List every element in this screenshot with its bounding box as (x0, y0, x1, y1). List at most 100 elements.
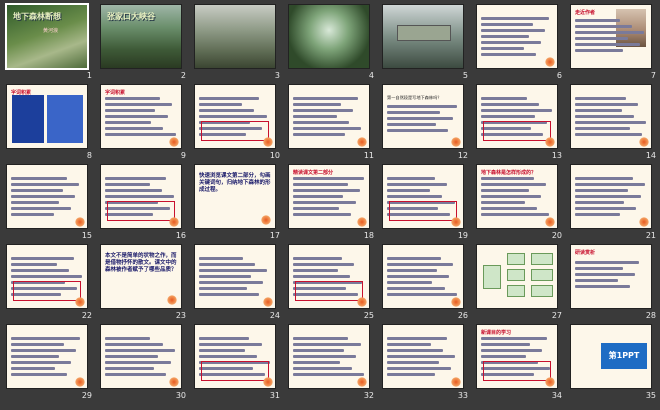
slide-thumbnail-6[interactable]: 6 (472, 2, 566, 82)
text-lines (105, 97, 177, 139)
highlight-box (295, 281, 363, 301)
slide-thumbnail-3[interactable]: 3 (190, 2, 284, 82)
slide-number: 24 (269, 311, 280, 320)
slide-thumbnail-10[interactable]: 10 (190, 82, 284, 162)
slide-thumbnail-25[interactable]: 25 (284, 242, 378, 322)
slide-number: 7 (650, 71, 656, 80)
slide-number: 18 (363, 231, 374, 240)
slide-preview (101, 325, 181, 388)
slide-preview (195, 325, 275, 388)
slide-number: 11 (363, 151, 374, 160)
slide-thumbnail-27[interactable]: 27 (472, 242, 566, 322)
slide-preview (571, 85, 651, 148)
flower-decoration-icon (357, 217, 367, 227)
slide-thumbnail-5[interactable]: 5 (378, 2, 472, 82)
diagram-node (507, 285, 525, 297)
slide-preview (477, 245, 557, 308)
slide-thumbnail-31[interactable]: 31 (190, 322, 284, 402)
slide-number: 4 (368, 71, 374, 80)
slide-thumbnail-1[interactable]: 地下森林断想 黄河浪 1 (2, 2, 96, 82)
text-lines (105, 337, 177, 379)
slide-number: 9 (180, 151, 186, 160)
slide-thumbnail-15[interactable]: 15 (2, 162, 96, 242)
diagram-node (531, 269, 553, 281)
slide-thumbnail-23[interactable]: 本文不是简单的状物之作，而是借物抒怀的散文。课文中的森林被作者赋予了哪些品质？ 2… (96, 242, 190, 322)
slide-preview (289, 5, 369, 68)
flower-decoration-icon (451, 377, 461, 387)
slide-preview: 新课目的学习 (477, 325, 557, 388)
flower-decoration-icon (451, 297, 461, 307)
flower-decoration-icon (639, 137, 649, 147)
text-lines (575, 19, 647, 55)
slide-thumbnail-32[interactable]: 32 (284, 322, 378, 402)
slide-thumbnail-8[interactable]: 字词积累 8 (2, 82, 96, 162)
slide-number: 35 (645, 391, 656, 400)
slide-thumbnail-35[interactable]: 第1PPT 35 (566, 322, 660, 402)
slide-thumbnail-19[interactable]: 19 (378, 162, 472, 242)
slide-number: 3 (274, 71, 280, 80)
flower-decoration-icon (357, 377, 367, 387)
slide-preview (195, 245, 275, 308)
slide-number: 17 (269, 231, 280, 240)
text-lines (293, 337, 365, 379)
slide-preview (477, 85, 557, 148)
slide-thumbnail-17[interactable]: 快速浏览课文第二部分，勾画关键词句，归纳地下森林的形成过程。 17 (190, 162, 284, 242)
slide-thumbnail-30[interactable]: 30 (96, 322, 190, 402)
slide-number: 2 (180, 71, 186, 80)
slide-thumbnail-26[interactable]: 26 (378, 242, 472, 322)
slide-thumbnail-11[interactable]: 11 (284, 82, 378, 162)
slide-preview: 精读课文第二部分 (289, 165, 369, 228)
slide-number: 15 (81, 231, 92, 240)
slide-number: 20 (551, 231, 562, 240)
slide-thumbnail-22[interactable]: 22 (2, 242, 96, 322)
highlight-box (389, 201, 457, 221)
slide-heading: 地下森林是怎样形成的？ (481, 170, 537, 176)
flower-decoration-icon (263, 377, 273, 387)
slide-preview (195, 5, 275, 68)
slide-preview: 第一自然段是写地下森林吗？ (383, 85, 463, 148)
text-lines (199, 257, 271, 299)
slide-thumbnail-21[interactable]: 21 (566, 162, 660, 242)
slide-thumbnail-13[interactable]: 13 (472, 82, 566, 162)
slide-thumbnail-33[interactable]: 33 (378, 322, 472, 402)
flower-decoration-icon (261, 215, 271, 225)
slide-thumbnail-7[interactable]: 走近作者 7 (566, 2, 660, 82)
slide-thumbnail-18[interactable]: 精读课文第二部分 18 (284, 162, 378, 242)
slide-thumbnail-20[interactable]: 地下森林是怎样形成的？ 20 (472, 162, 566, 242)
flower-decoration-icon (167, 295, 177, 305)
slide-preview (477, 5, 557, 68)
slide-body-text: 本文不是简单的状物之作，而是借物抒怀的散文。课文中的森林被作者赋予了哪些品质？ (105, 253, 177, 273)
slide-thumbnail-12[interactable]: 第一自然段是写地下森林吗？ 12 (378, 82, 472, 162)
slide-number: 5 (462, 71, 468, 80)
flower-decoration-icon (169, 137, 179, 147)
slide-preview: 张家口大峡谷 (101, 5, 181, 68)
slide-body-text: 快速浏览课文第二部分，勾画关键词句，归纳地下森林的形成过程。 (199, 173, 271, 193)
flower-decoration-icon (263, 137, 273, 147)
slide-number: 13 (551, 151, 562, 160)
slide-heading: 字词积累 (105, 90, 126, 96)
flower-decoration-icon (357, 297, 367, 307)
slide-thumbnail-28[interactable]: 研读赏析 28 (566, 242, 660, 322)
text-lines (293, 177, 365, 219)
slide-number: 28 (645, 311, 656, 320)
flower-decoration-icon (263, 297, 273, 307)
text-lines (575, 177, 647, 219)
slide-thumbnail-4[interactable]: 4 (284, 2, 378, 82)
slide-preview: 第1PPT (571, 325, 651, 388)
slide-thumbnail-2[interactable]: 张家口大峡谷 2 (96, 2, 190, 82)
text-lines (387, 105, 459, 135)
slide-thumbnail-34[interactable]: 新课目的学习 34 (472, 322, 566, 402)
slide-number: 23 (175, 311, 186, 320)
slide-thumbnail-24[interactable]: 24 (190, 242, 284, 322)
flower-decoration-icon (75, 217, 85, 227)
slide-thumbnail-9[interactable]: 字词积累 9 (96, 82, 190, 162)
slide-thumbnail-16[interactable]: 16 (96, 162, 190, 242)
slide-preview (7, 165, 87, 228)
slide-thumbnail-29[interactable]: 29 (2, 322, 96, 402)
slide-thumbnail-14[interactable]: 14 (566, 82, 660, 162)
slide-sorter-grid: 地下森林断想 黄河浪 1 张家口大峡谷 2 3 4 5 6 走近作者 7 字词积累 8 字词积累 9 10 11… (0, 0, 660, 410)
slide-heading: 新课目的学习 (481, 330, 512, 336)
slide-preview: 字词积累 (101, 85, 181, 148)
slide-preview (383, 245, 463, 308)
highlight-box (483, 121, 551, 141)
